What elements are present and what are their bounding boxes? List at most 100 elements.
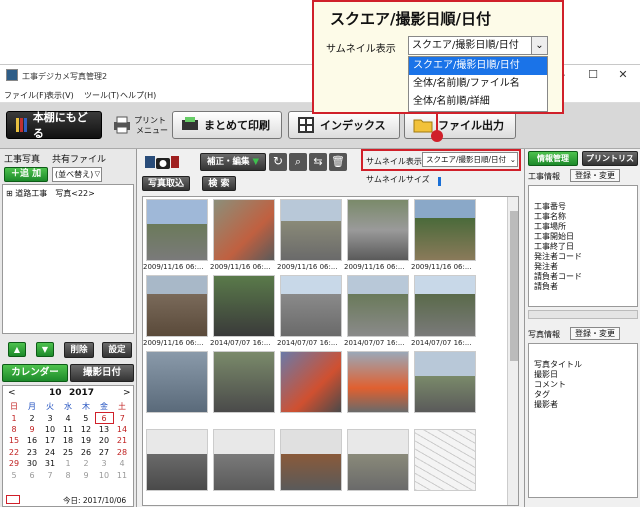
thumbnail[interactable] (146, 351, 208, 413)
thumbnail[interactable] (347, 351, 409, 413)
menu-help[interactable]: ヘルプ(H) (120, 90, 156, 101)
dropdown-option[interactable]: 全体/名前順/詳細 (409, 93, 547, 111)
calendar-day[interactable]: 23 (23, 447, 41, 458)
calendar-day[interactable]: 16 (23, 435, 41, 446)
calendar-day[interactable]: 20 (95, 435, 113, 446)
calendar-day[interactable]: 12 (77, 424, 95, 435)
thumbnail[interactable] (280, 275, 342, 337)
thumbnail[interactable] (213, 429, 275, 491)
menu-tools[interactable]: ツール(T) (84, 90, 119, 101)
menu-view[interactable]: 表示(V) (46, 90, 74, 101)
calendar-day[interactable]: 6 (23, 469, 41, 480)
calendar-day[interactable]: 30 (23, 458, 41, 469)
calendar-day[interactable]: 10 (41, 424, 59, 435)
calendar-day[interactable]: 22 (5, 447, 23, 458)
calendar-day[interactable]: 13 (95, 424, 113, 435)
calendar-day[interactable]: 8 (5, 424, 23, 435)
thumbnail[interactable] (347, 275, 409, 337)
next-month-button[interactable]: > (123, 388, 131, 398)
batch-print-button[interactable]: まとめて印刷 (172, 111, 282, 139)
calendar-day-today[interactable]: 6 (94, 411, 114, 425)
add-button[interactable]: ＋追 加 (4, 167, 48, 182)
thumb-display-select[interactable]: スクエア/撮影日順/日付 ⌄ (422, 152, 518, 167)
calendar-day[interactable]: 2 (77, 458, 95, 469)
calendar-day[interactable]: 10 (95, 469, 113, 480)
maximize-button[interactable]: ☐ (578, 68, 608, 81)
rotate-icon[interactable]: ↻ (269, 153, 287, 171)
calendar-day[interactable]: 7 (113, 413, 131, 424)
photo-register-change-button[interactable]: 登録・変更 (570, 327, 620, 340)
tab-project-photos[interactable]: 工事写真 (4, 152, 40, 165)
calendar-day[interactable]: 3 (41, 413, 59, 424)
trash-icon[interactable]: 🗑 (329, 153, 347, 171)
calendar-day[interactable]: 2 (23, 413, 41, 424)
calendar-day[interactable]: 25 (59, 447, 77, 458)
tab-calendar[interactable]: カレンダー (2, 364, 68, 382)
thumbnail[interactable] (414, 275, 476, 337)
calendar-day[interactable]: 8 (59, 469, 77, 480)
calendar-day[interactable]: 17 (41, 435, 59, 446)
close-button[interactable]: ✕ (608, 68, 638, 81)
calendar-day[interactable]: 29 (5, 458, 23, 469)
thumbnail[interactable] (347, 429, 409, 491)
calendar-day[interactable]: 9 (23, 424, 41, 435)
menu-file[interactable]: ファイル(F) (4, 90, 47, 101)
calendar-day[interactable]: 1 (5, 413, 23, 424)
thumbnail[interactable] (280, 429, 342, 491)
tree-item[interactable]: ⊞ 道路工事 写真<22> (6, 188, 95, 199)
swap-icon[interactable]: ⇆ (309, 153, 327, 171)
index-button[interactable]: インデックス (288, 111, 400, 139)
calendar-day[interactable]: 15 (5, 435, 23, 446)
calendar-day[interactable]: 11 (59, 424, 77, 435)
calendar-day[interactable]: 3 (95, 458, 113, 469)
thumbnail[interactable] (213, 199, 275, 261)
dropdown-option[interactable]: 全体/名前順/ファイル名 (409, 75, 547, 93)
dropdown-option-selected[interactable]: スクエア/撮影日順/日付 (409, 57, 547, 75)
tab-info-management[interactable]: 情報管理 (528, 151, 578, 166)
calendar-day[interactable]: 4 (113, 458, 131, 469)
search-button[interactable]: 検 索 (202, 176, 236, 191)
calendar-day[interactable]: 26 (77, 447, 95, 458)
register-change-button[interactable]: 登録・変更 (570, 169, 620, 182)
thumbnail[interactable] (146, 199, 208, 261)
thumbnail[interactable] (146, 275, 208, 337)
thumbnail[interactable] (280, 199, 342, 261)
file-output-button[interactable]: ファイル出力 (404, 111, 516, 139)
calendar-day[interactable]: 4 (59, 413, 77, 424)
tab-shared-files[interactable]: 共有ファイル (52, 152, 106, 165)
expand-icon[interactable]: ⊞ (6, 189, 13, 198)
calendar-day[interactable]: 21 (113, 435, 131, 446)
calendar-day[interactable]: 24 (41, 447, 59, 458)
calendar-day[interactable]: 31 (41, 458, 59, 469)
thumbnail[interactable] (213, 351, 275, 413)
calendar-day[interactable]: 5 (77, 413, 95, 424)
move-down-button[interactable]: ▼ (36, 342, 54, 357)
calendar-day[interactable]: 18 (59, 435, 77, 446)
sort-select[interactable]: (並べ替え) ▽ (52, 167, 102, 182)
thumbnail[interactable] (414, 351, 476, 413)
tab-shoot-date[interactable]: 撮影日付 (70, 364, 134, 382)
callout-thumb-display-select[interactable]: スクエア/撮影日順/日付 ⌄ (408, 36, 548, 55)
calendar-day[interactable]: 14 (113, 424, 131, 435)
calendar-day[interactable]: 11 (113, 469, 131, 480)
print-menu-button[interactable]: プリント メニュー (110, 113, 170, 139)
calendar-day[interactable]: 5 (5, 469, 23, 480)
horizontal-scrollbar[interactable] (528, 310, 638, 319)
photo-import-button[interactable]: 写真取込 (142, 176, 190, 191)
thumbnail[interactable] (213, 275, 275, 337)
scrollbar-thumb[interactable] (510, 211, 518, 361)
chevron-down-icon[interactable]: ⌄ (531, 37, 547, 54)
calendar-day[interactable]: 9 (77, 469, 95, 480)
thumb-size-slider[interactable] (438, 177, 441, 186)
tab-print-list[interactable]: プリントリスト (582, 151, 638, 177)
calendar-day[interactable]: 19 (77, 435, 95, 446)
move-up-button[interactable]: ▲ (8, 342, 26, 357)
zoom-icon[interactable]: ⌕ (289, 153, 307, 171)
scrollbar[interactable] (507, 197, 518, 505)
calendar-day[interactable]: 27 (95, 447, 113, 458)
thumbnail[interactable] (146, 429, 208, 491)
photo-import-icon-button[interactable] (144, 153, 180, 175)
settings-button[interactable]: 設定 (102, 342, 132, 358)
calendar-day[interactable]: 28 (113, 447, 131, 458)
calendar-day[interactable]: 1 (59, 458, 77, 469)
